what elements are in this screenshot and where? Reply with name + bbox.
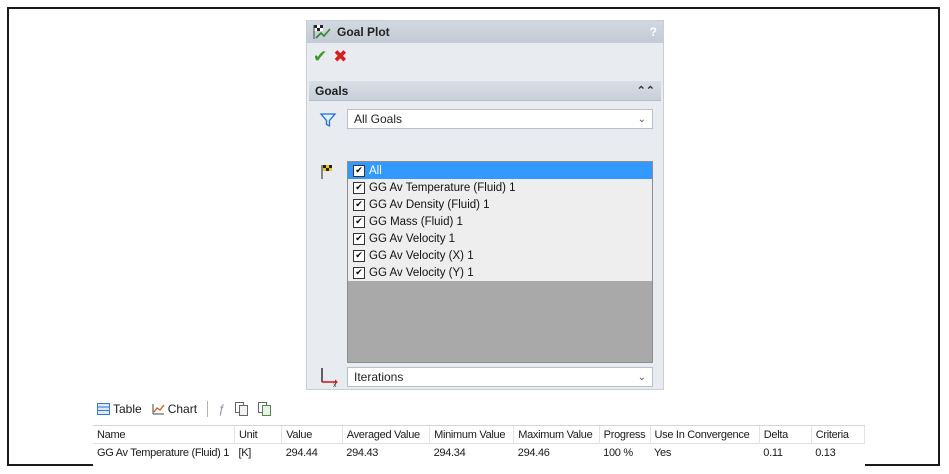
export-button[interactable] [255,400,274,418]
goal-list-item[interactable]: ✔ GG Av Temperature (Fluid) 1 [348,179,652,196]
column-header[interactable]: Minimum Value [429,426,515,444]
x-axis-dropdown[interactable]: Iterations ⌄ [347,367,653,387]
results-table-container: Name Unit Value Averaged Value Minimum Value… [93,425,866,467]
column-header[interactable]: Maximum Value [513,426,600,444]
table-tab[interactable]: Table [94,400,145,418]
table-cell: 294.43 [342,443,430,461]
goal-list-item[interactable]: ✔ GG Av Velocity 1 [348,230,652,247]
table-cell: 294.44 [281,443,343,461]
toolbar-divider [207,401,209,417]
goal-checkbox[interactable]: ✔ [353,215,365,228]
x-axis-value: Iterations [354,370,404,384]
chevron-down-icon: ⌄ [637,371,646,383]
table-cell: 100 % [599,443,651,461]
table-body: GG Av Temperature (Fluid) 1 [K] 294.44 294.… [93,443,865,461]
goal-plot-icon [313,25,331,39]
svg-text:x: x [333,382,337,387]
table-cell: [K] [234,443,282,461]
column-header[interactable]: Criteria [811,426,866,444]
goal-item-label: GG Av Velocity (Y) 1 [369,266,474,279]
function-button[interactable]: ƒ [215,400,228,418]
goal-filter-dropdown[interactable]: All Goals ⌄ [347,109,653,129]
table-header-row: Name Unit Value Averaged Value Minimum Value… [93,426,866,444]
goal-checkbox[interactable]: ✔ [353,249,365,262]
goals-list-items: ✔ All ✔ GG Av Temperature (Fluid) 1 ✔ GG Av D… [348,162,652,281]
panel-header: Goal Plot ? [307,21,663,43]
goal-item-label: GG Av Density (Fluid) 1 [369,198,490,211]
x-axis-icon: x [321,368,338,387]
filter-icon [319,113,337,128]
x-icon[interactable]: ✖ [333,48,347,66]
table-icon [97,403,110,415]
panel-title: Goal Plot [337,25,390,39]
table-cell: GG Av Temperature (Fluid) 1 [93,443,235,461]
goals-group: Goals ⌃⌃ All Goals ⌄ ✔ All ✔ GG Av Temperat… [309,81,661,387]
chart-icon [152,404,165,415]
results-toolbar: Table Chart ƒ [94,396,864,422]
column-header[interactable]: Progress [599,426,651,444]
goal-list-item[interactable]: ✔ GG Mass (Fluid) 1 [348,213,652,230]
goal-checkbox[interactable]: ✔ [353,181,365,194]
check-icon[interactable]: ✔ [313,48,327,66]
chart-tab[interactable]: Chart [149,400,200,418]
goal-checkbox[interactable]: ✔ [353,198,365,211]
goal-plot-panel: Goal Plot ? ✔ ✖ Goals ⌃⌃ All Goals ⌄ ✔ Al… [306,20,664,390]
goal-list-item[interactable]: ✔ GG Av Velocity (X) 1 [348,247,652,264]
table-cell: Yes [650,443,760,461]
goal-item-label: GG Mass (Fluid) 1 [369,215,463,228]
table-cell: 294.34 [429,443,514,461]
chart-tab-label: Chart [167,402,198,416]
goal-item-label: All [369,164,382,177]
column-header[interactable]: Unit [234,426,283,444]
results-table: Name Unit Value Averaged Value Minimum Value… [93,426,866,461]
chevron-down-icon: ⌄ [637,113,646,125]
table-cell: 0.11 [759,443,812,461]
goal-list-item[interactable]: ✔ GG Av Velocity (Y) 1 [348,264,652,281]
goal-checkbox[interactable]: ✔ [353,266,365,279]
goal-list-item[interactable]: ✔ All [348,162,652,179]
goal-flag-icon [321,165,332,179]
column-header[interactable]: Delta [759,426,812,444]
copy-button[interactable] [232,400,251,418]
goal-item-label: GG Av Temperature (Fluid) 1 [369,181,516,194]
goal-checkbox[interactable]: ✔ [353,232,365,245]
copy-icon [234,402,248,416]
export-icon [257,402,271,416]
goal-list-item[interactable]: ✔ GG Av Density (Fluid) 1 [348,196,652,213]
goals-heading: Goals [315,83,349,98]
panel-actions: ✔ ✖ [307,43,663,71]
goal-filter-value: All Goals [354,112,403,126]
help-button[interactable]: ? [650,25,657,39]
column-header[interactable]: Name [93,426,236,444]
table-cell: 294.46 [513,443,600,461]
column-header[interactable]: Value [281,426,343,444]
table-tab-label: Table [113,402,142,416]
collapse-icon[interactable]: ⌃⌃ [637,84,655,97]
column-header[interactable]: Averaged Value [342,426,431,444]
goal-checkbox[interactable]: ✔ [353,164,365,177]
goals-group-header[interactable]: Goals ⌃⌃ [309,81,661,101]
goals-list[interactable]: ✔ All ✔ GG Av Temperature (Fluid) 1 ✔ GG Av D… [347,161,653,363]
goal-item-label: GG Av Velocity (X) 1 [369,249,474,262]
table-cell: 0.13 [811,443,865,461]
function-icon: ƒ [218,402,225,416]
column-header[interactable]: Use In Convergence [650,426,760,444]
goal-item-label: GG Av Velocity 1 [369,232,456,245]
table-row[interactable]: GG Av Temperature (Fluid) 1 [K] 294.44 294.… [93,443,865,461]
